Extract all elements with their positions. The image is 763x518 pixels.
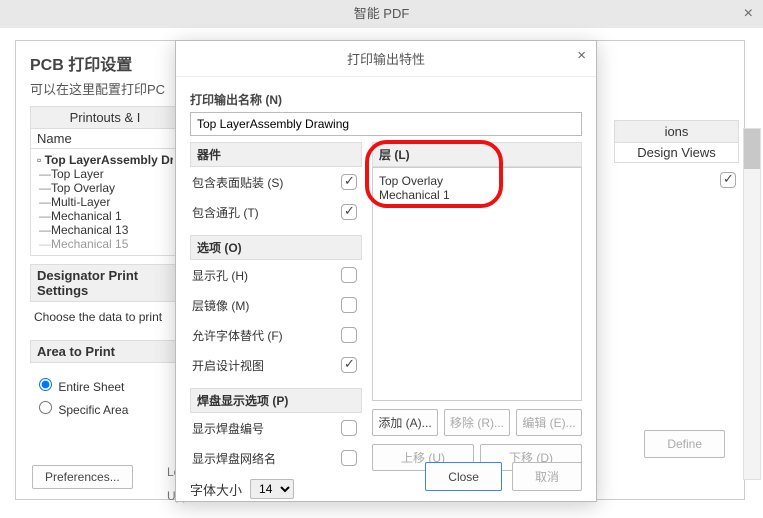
ions-header: ions — [614, 120, 739, 143]
area-radios: Entire Sheet Specific Area — [30, 363, 180, 429]
define-button[interactable]: Define — [644, 430, 725, 458]
add-layer-button[interactable]: 添加 (A)... — [372, 409, 438, 436]
fontsub-label: 允许字体替代 (F) — [192, 327, 283, 344]
designator-header: Designator Print Settings — [30, 264, 180, 302]
tree-item[interactable]: Mechanical 13 — [37, 223, 173, 237]
holes-checkbox[interactable] — [341, 267, 357, 283]
scrollbar-thumb[interactable] — [744, 129, 760, 169]
th-checkbox[interactable] — [341, 204, 357, 220]
printout-properties-dialog: 打印输出特性 × 打印输出名称 (N) 器件 包含表面贴装 (S) 包含通孔 (… — [175, 40, 597, 502]
padnum-label: 显示焊盘编号 — [192, 420, 264, 437]
layers-listbox[interactable]: Top Overlay Mechanical 1 — [372, 167, 582, 401]
fontsize-label: 字体大小 — [190, 480, 242, 499]
vertical-scrollbar[interactable] — [743, 128, 761, 480]
pad-group-header: 焊盘显示选项 (P) — [190, 388, 362, 413]
close-button[interactable]: Close — [425, 462, 502, 491]
padnum-checkbox[interactable] — [341, 420, 357, 436]
padnet-label: 显示焊盘网络名 — [192, 450, 276, 467]
layers-group-header: 层 (L) — [372, 142, 582, 167]
window-title: 智能 PDF — [354, 6, 410, 21]
name-column-header: Name — [30, 129, 180, 149]
tree-item[interactable]: Top Overlay — [37, 181, 173, 195]
design-views-checkbox[interactable] — [720, 172, 736, 188]
preferences-button[interactable]: Preferences... — [32, 465, 133, 489]
main-window: 智能 PDF × PCB 打印设置 可以在这里配置打印PC Printouts … — [0, 0, 763, 518]
layer-item[interactable]: Mechanical 1 — [379, 188, 575, 202]
layer-tree[interactable]: ▫ Top LayerAssembly Dra Top Layer Top Ov… — [30, 149, 180, 256]
holes-label: 显示孔 (H) — [192, 267, 248, 284]
designview-checkbox[interactable] — [341, 357, 357, 373]
smd-checkbox[interactable] — [341, 174, 357, 190]
smd-label: 包含表面贴装 (S) — [192, 174, 283, 191]
design-views-column: ions Design Views — [614, 120, 739, 191]
tree-item[interactable]: Multi-Layer — [37, 195, 173, 209]
tree-item[interactable]: Top Layer — [37, 167, 173, 181]
specific-area-radio[interactable]: Specific Area — [34, 398, 176, 417]
edit-layer-button[interactable]: 编辑 (E)... — [516, 409, 582, 436]
tree-item[interactable]: Mechanical 15 — [37, 237, 173, 251]
design-views-label: Design Views — [614, 143, 739, 163]
dialog-title: 打印输出特性 — [176, 41, 596, 77]
tree-item[interactable]: Mechanical 1 — [37, 209, 173, 223]
dialog-close-icon[interactable]: × — [577, 47, 586, 64]
layer-item[interactable]: Top Overlay — [379, 174, 575, 188]
printouts-header: Printouts & I — [30, 106, 180, 129]
options-group-header: 选项 (O) — [190, 235, 362, 260]
mirror-label: 层镜像 (M) — [192, 297, 249, 314]
remove-layer-button[interactable]: 移除 (R)... — [444, 409, 510, 436]
area-header: Area to Print — [30, 340, 180, 363]
padnet-checkbox[interactable] — [341, 450, 357, 466]
entire-sheet-radio[interactable]: Entire Sheet — [34, 375, 176, 394]
cancel-button[interactable]: 取消 — [512, 462, 582, 491]
designview-label: 开启设计视图 — [192, 357, 264, 374]
designator-text: Choose the data to print — [30, 302, 180, 332]
fontsize-select[interactable]: 14 — [250, 479, 294, 499]
output-name-input[interactable] — [190, 112, 582, 136]
output-name-label: 打印输出名称 (N) — [190, 91, 582, 108]
mirror-checkbox[interactable] — [341, 297, 357, 313]
tree-root: ▫ Top LayerAssembly Dra — [37, 153, 173, 167]
components-group-header: 器件 — [190, 142, 362, 167]
fontsub-checkbox[interactable] — [341, 327, 357, 343]
th-label: 包含通孔 (T) — [192, 204, 259, 221]
titlebar: 智能 PDF × — [0, 0, 763, 28]
window-close-icon[interactable]: × — [744, 0, 753, 28]
